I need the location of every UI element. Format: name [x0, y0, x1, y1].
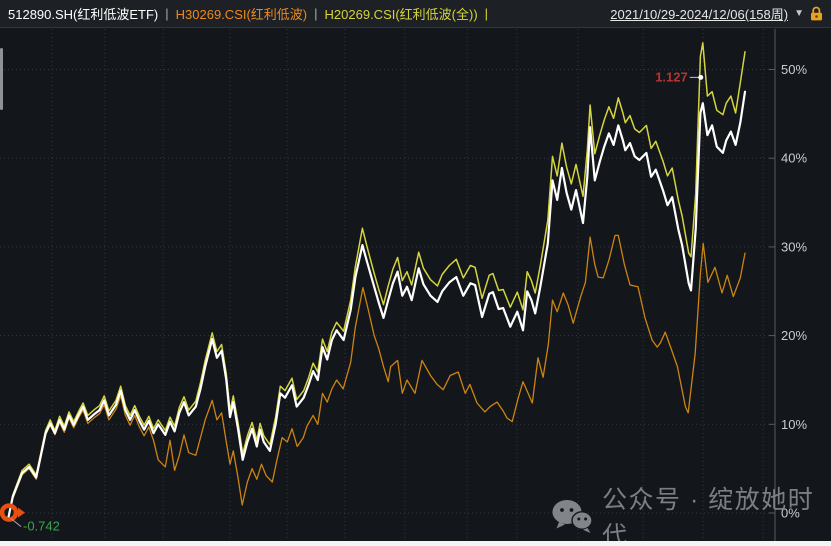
peak-value-label: 1.127: [655, 69, 688, 84]
legend-separator: |: [484, 6, 489, 21]
start-marker-arrow: [18, 507, 25, 518]
legend-item-h30269[interactable]: H30269.CSI(红利低波): [176, 4, 307, 23]
series-line-512890: [6, 90, 747, 521]
series-line-H20269: [7, 42, 746, 521]
y-axis-label: 20%: [781, 328, 807, 343]
y-axis-label: 40%: [781, 151, 807, 166]
y-axis-label: 0%: [781, 506, 800, 521]
bottom-edge: [0, 541, 831, 546]
start-value-label: -0.742: [23, 519, 60, 534]
legend-item-512890[interactable]: 512890.SH(红利低波ETF): [8, 4, 158, 23]
legend-item-h20269[interactable]: H20269.CSI(红利低波(全)): [325, 4, 478, 23]
legend-bar: 512890.SH(红利低波ETF) | H30269.CSI(红利低波) | …: [0, 0, 831, 28]
start-label-pointer: [10, 518, 22, 527]
left-scrollbar-thumb[interactable]: [0, 48, 3, 110]
y-axis-label: 10%: [781, 417, 807, 432]
lock-icon[interactable]: [810, 6, 823, 21]
dropdown-caret-icon[interactable]: ▼: [794, 8, 804, 19]
series-line-H30269: [7, 234, 746, 521]
legend: 512890.SH(红利低波ETF) | H30269.CSI(红利低波) | …: [8, 4, 488, 23]
y-axis-label: 30%: [781, 239, 807, 254]
y-axis-label: 50%: [781, 62, 807, 77]
legend-separator: |: [165, 6, 169, 21]
legend-separator: |: [314, 6, 318, 21]
chart-window: 512890.SH(红利低波ETF) | H30269.CSI(红利低波) | …: [0, 0, 831, 546]
date-range-control[interactable]: 2021/10/29-2024/12/06(158周) ▼: [610, 4, 823, 23]
price-chart: 0% 10% 20% 30% 40% 50% -0.742 1.127: [0, 29, 807, 541]
peak-point-dot: [698, 74, 704, 80]
date-range-label[interactable]: 2021/10/29-2024/12/06(158周): [610, 4, 788, 23]
